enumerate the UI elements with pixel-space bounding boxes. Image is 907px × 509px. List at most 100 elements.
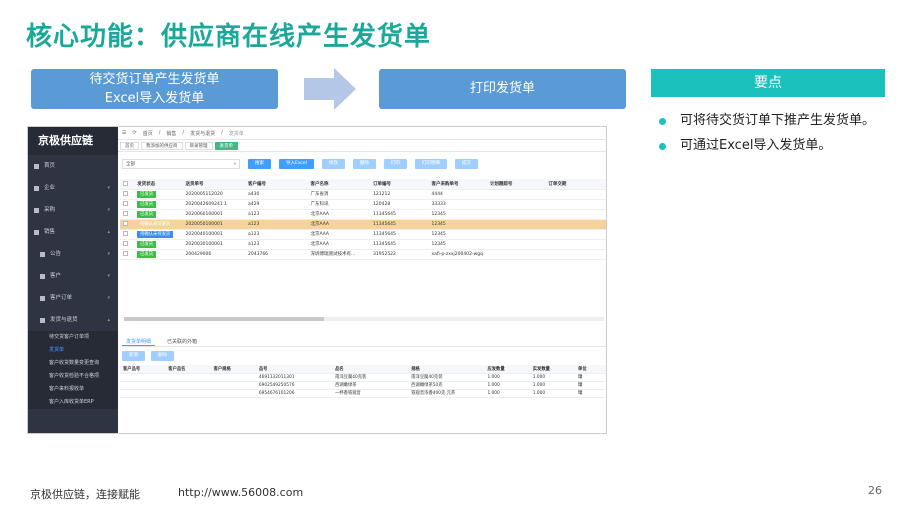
table-row[interactable]: 已发货 2020005112020 a430 广东省消 121212 4444 [120, 189, 606, 200]
column-header[interactable]: 规格 [408, 365, 485, 374]
cell-no: 6954676101206 [255, 389, 333, 398]
cell-customer-name: 北京AAA [307, 229, 370, 240]
column-header[interactable]: 送货单号 [182, 179, 245, 190]
column-header[interactable]: 品名 [332, 365, 409, 374]
tab-catalog[interactable]: 目录管理 [184, 141, 213, 150]
row-checkbox[interactable] [120, 219, 135, 230]
cell-c2 [165, 389, 211, 398]
table-row[interactable]: 待确认未待发货 2020040100001 a123 北京AAA 11345645 123… [120, 229, 606, 240]
breadcrumb-item: 发货单 [228, 130, 244, 137]
cell-due-date [545, 239, 606, 250]
cell-due-date [545, 189, 606, 200]
main-panel: ☰ ⟳ 首页 / 销售 / 发货与退货 / 发货单 首页 我添加的供应商 目录管理 发… [118, 127, 606, 433]
sidebar-leaf-qty-change[interactable]: 客户收货数量变更查询 [28, 357, 118, 370]
cell-due-date [545, 209, 606, 220]
column-header[interactable]: 客户规格 [210, 365, 256, 374]
status-badge: 待确认未待发货 [134, 229, 183, 240]
cell-order-no: 11345645 [370, 219, 429, 230]
sidebar-leaf-shipping-note[interactable]: 发货单 [28, 344, 118, 357]
delete-button[interactable]: 删除 [352, 159, 376, 169]
sidebar-leaf-pending-orders[interactable]: 待交货客户订单项 [28, 331, 118, 344]
column-header[interactable]: 订单编号 [370, 179, 429, 190]
table-row[interactable]: 待确认未待发货 2020050100001 a123 北京AAA 11345645 123… [120, 219, 606, 230]
tab-linked-boxes[interactable]: 已关联的外箱 [163, 337, 201, 346]
cell-due-date [545, 249, 606, 260]
cell-order-no: 121212 [370, 189, 429, 200]
add-detail-button[interactable]: 新增 [122, 351, 145, 361]
column-header[interactable]: 客户采购单号 [428, 179, 487, 190]
sidebar-item-purchase[interactable]: 采购 ▾ [28, 199, 118, 221]
print-detail-button[interactable]: 打印明细 [414, 159, 447, 169]
arrow-right-icon [304, 68, 356, 110]
tab-home[interactable]: 首页 [120, 141, 139, 150]
table-row[interactable]: 已发货 2020060100001 a123 北京AAA 11345645 12345 [120, 209, 606, 220]
status-filter-select[interactable]: 全部 ▾ [122, 159, 240, 169]
refresh-icon[interactable]: ⟳ [132, 130, 136, 136]
column-header[interactable]: 单位 [575, 365, 606, 374]
column-header[interactable]: 客户品名 [165, 365, 211, 374]
app-screenshot: 京极供应链 首页 企业 ▾ 采购 ▾ 销售 ▴ 公告 ▾ 客户 ▾ 客户订单 ▾ 发货与退货… [27, 126, 607, 434]
cell-unit: 罐 [575, 373, 606, 382]
cell-qty2: 1.000 [529, 381, 576, 390]
sidebar-item-customer[interactable]: 客户 ▾ [28, 265, 118, 287]
column-header[interactable]: 客户品号 [120, 365, 166, 374]
sidebar-item-enterprise[interactable]: 企业 ▾ [28, 177, 118, 199]
submit-button[interactable]: 提交 [454, 159, 478, 169]
chevron-down-icon: ▾ [107, 295, 110, 301]
row-checkbox[interactable] [120, 239, 135, 250]
column-header[interactable]: 发货状态 [134, 179, 183, 190]
column-header[interactable]: 订单交期 [545, 179, 606, 190]
select-all-checkbox[interactable] [120, 179, 135, 190]
cell-c1 [120, 381, 166, 390]
select-value: 全部 [126, 162, 135, 167]
sidebar-leaf-inspection-fail[interactable]: 客户收货检验不合格项 [28, 370, 118, 383]
row-checkbox[interactable] [120, 189, 135, 200]
sidebar-item-home[interactable]: 首页 [28, 155, 118, 177]
page-tabs: 首页 我添加的供应商 目录管理 发货单 [118, 140, 606, 152]
table-row[interactable]: 6954676101206 一杯香铁观音 铁观音浓香400克 元茶 1.000 1.00… [120, 389, 606, 398]
cell-no: 6902549250576 [255, 381, 333, 390]
row-checkbox[interactable] [120, 209, 135, 220]
search-button[interactable]: 搜索 [248, 159, 271, 169]
cell-customer-name: 北京AAA [307, 209, 370, 220]
table-row[interactable]: 已发货 2020042609241 1 a429 广东科讯 120428 33333 [120, 199, 606, 210]
row-checkbox[interactable] [120, 249, 135, 260]
sidebar-item-customer-orders[interactable]: 客户订单 ▾ [28, 287, 118, 309]
sidebar-item-shipping-returns[interactable]: 发货与退货 ▴ [28, 309, 118, 331]
column-header[interactable]: 计划跟踪号 [486, 179, 546, 190]
column-header[interactable]: 客户编号 [245, 179, 308, 190]
sidebar-leaf-incoming-report[interactable]: 客户来料报收单 [28, 383, 118, 396]
column-header[interactable]: 应发数量 [484, 365, 530, 374]
column-header[interactable]: 客户名称 [307, 179, 370, 190]
horizontal-scrollbar[interactable] [124, 317, 604, 321]
cell-plan-no [486, 209, 546, 220]
edit-button[interactable]: 修改 [321, 159, 345, 169]
tab-suppliers[interactable]: 我添加的供应商 [141, 141, 183, 150]
row-checkbox[interactable] [120, 229, 135, 240]
import-excel-button[interactable]: 导入Excel [279, 159, 314, 169]
table-row[interactable]: 已发货 200429006 2043766 深圳博瑞测试技术有... 31952522 x… [120, 249, 606, 260]
sidebar-item-sales[interactable]: 销售 ▴ [28, 221, 118, 243]
breadcrumb-item[interactable]: 首页 [143, 130, 153, 137]
grid-icon [34, 207, 39, 213]
table-row[interactable]: 4691132011301 南洋豆腐40克装 南洋豆腐40克装 1.000 1.000 罐 [120, 373, 606, 382]
cell-qty1: 1.000 [484, 389, 530, 398]
table-row[interactable]: 已发货 2020030100001 a123 北京AAA 11345645 12345 [120, 239, 606, 250]
scrollbar-thumb[interactable] [124, 317, 324, 321]
menu-toggle-icon[interactable]: ☰ [122, 130, 126, 136]
table-row[interactable]: 6902549250576 西湖嫩绿茶 西湖嫩绿茶50克 1.000 1.000 罐 [120, 381, 606, 390]
chevron-up-icon: ▴ [107, 229, 110, 235]
tab-shipping-detail[interactable]: 发货单明细 [122, 337, 156, 346]
cell-shipping-no: 2020042609241 1 [182, 199, 245, 210]
breadcrumb-item[interactable]: 发货与退货 [190, 130, 215, 137]
sidebar-item-notice[interactable]: 公告 ▾ [28, 243, 118, 265]
row-checkbox[interactable] [120, 199, 135, 210]
breadcrumb-item[interactable]: 销售 [166, 130, 176, 137]
print-button[interactable]: 打印 [383, 159, 407, 169]
tab-shipping-note[interactable]: 发货单 [214, 141, 238, 150]
delete-detail-button[interactable]: 删除 [151, 351, 174, 361]
sidebar-leaf-erp-receipt[interactable]: 客户入库收货单ERP [28, 396, 118, 409]
column-header[interactable]: 品号 [255, 365, 333, 374]
column-header[interactable]: 实发数量 [529, 365, 576, 374]
cell-order-no: 11345645 [370, 229, 429, 240]
